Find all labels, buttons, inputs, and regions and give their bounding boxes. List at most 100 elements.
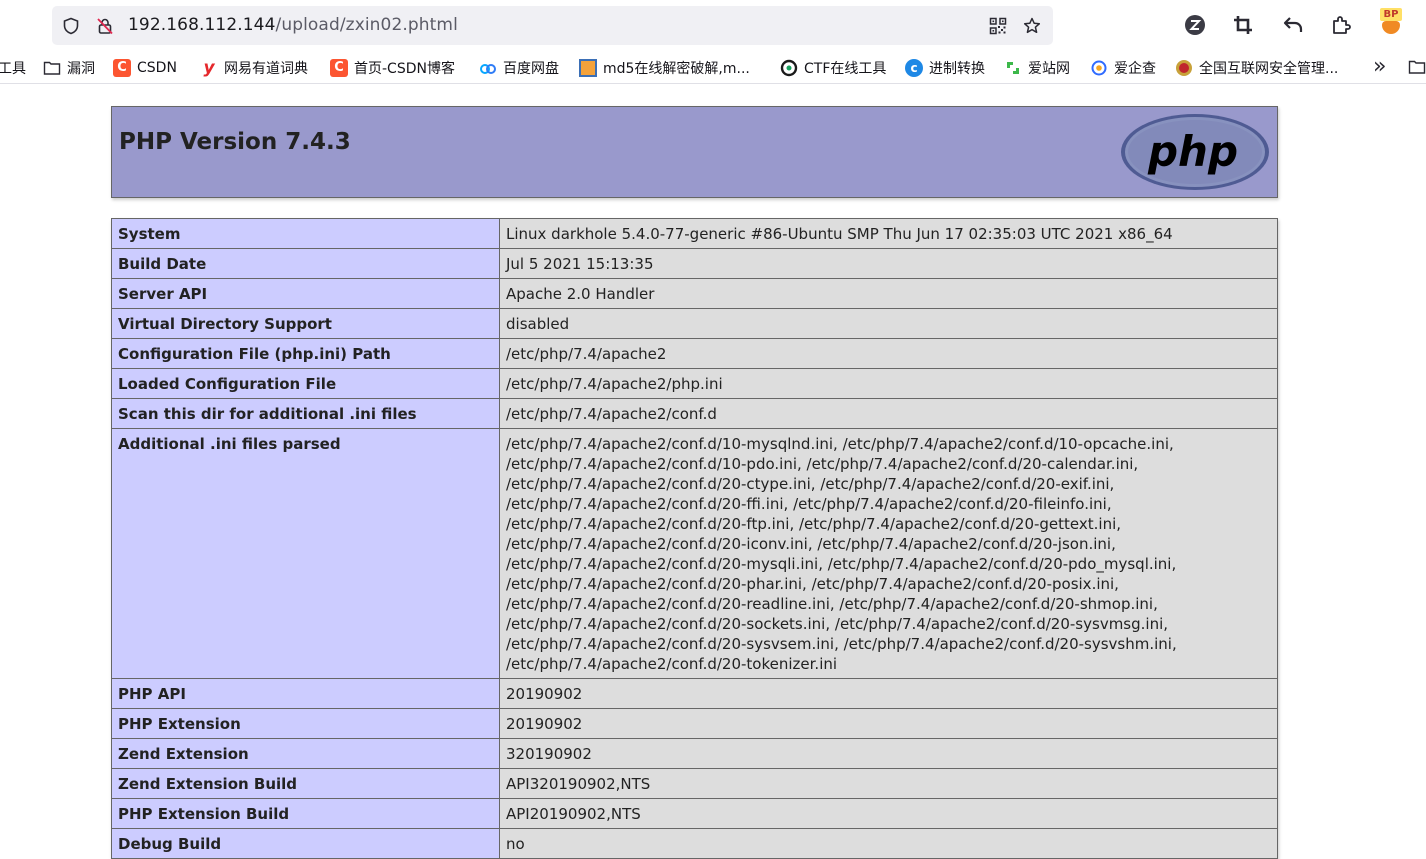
table-row: Zend Extension Build API320190902,NTS bbox=[111, 768, 1278, 799]
aiqicha-icon bbox=[1091, 60, 1107, 76]
bookmarks-overflow-button[interactable]: » bbox=[1373, 54, 1386, 79]
bookmark-youdao[interactable]: y 网易有道词典 bbox=[200, 57, 308, 79]
row-key: PHP API bbox=[111, 678, 500, 709]
row-key: PHP Extension bbox=[111, 708, 500, 739]
qr-code-icon[interactable] bbox=[989, 17, 1007, 35]
bookmark-label: 全国互联网安全管理... bbox=[1199, 61, 1339, 77]
bookmark-folder-vuln[interactable]: 漏洞 bbox=[43, 57, 95, 79]
convert-icon: c bbox=[905, 59, 923, 77]
phpinfo-container: PHP Version 7.4.3 php System Linux darkho… bbox=[111, 106, 1278, 859]
bookmark-label: 网易有道词典 bbox=[224, 61, 308, 77]
table-row: Scan this dir for additional .ini files /… bbox=[111, 398, 1278, 429]
bookmark-star-icon[interactable] bbox=[1023, 17, 1041, 35]
bookmark-aizhan[interactable]: 爱站网 bbox=[1004, 57, 1070, 79]
burp-extension-icon[interactable]: BP bbox=[1378, 8, 1404, 36]
table-row: Virtual Directory Support disabled bbox=[111, 308, 1278, 339]
fox-icon bbox=[1382, 21, 1400, 34]
bookmark-label: md5在线解密破解,m... bbox=[603, 61, 750, 77]
insecure-lock-icon[interactable] bbox=[96, 17, 114, 35]
address-bar[interactable]: 192.168.112.144/upload/zxin02.phtml bbox=[52, 6, 1053, 45]
bookmark-label: 爱企查 bbox=[1114, 61, 1156, 77]
youdao-icon: y bbox=[203, 58, 215, 78]
row-value: /etc/php/7.4/apache2/conf.d bbox=[499, 398, 1278, 429]
row-key: Scan this dir for additional .ini files bbox=[111, 398, 500, 429]
row-key: Virtual Directory Support bbox=[111, 308, 500, 339]
row-key: Server API bbox=[111, 278, 500, 309]
bookmark-label: 工具 bbox=[0, 61, 26, 77]
table-row: Build Date Jul 5 2021 15:13:35 bbox=[111, 248, 1278, 279]
row-value: 320190902 bbox=[499, 738, 1278, 769]
bookmark-label: 百度网盘 bbox=[503, 61, 559, 77]
row-key: System bbox=[111, 218, 500, 249]
table-row: System Linux darkhole 5.4.0-77-generic #8… bbox=[111, 218, 1278, 249]
table-row: PHP Extension Build API20190902,NTS bbox=[111, 798, 1278, 829]
row-key: Debug Build bbox=[111, 828, 500, 859]
bookmark-tools[interactable]: 工具 bbox=[0, 57, 26, 79]
table-row: PHP Extension 20190902 bbox=[111, 708, 1278, 739]
table-row: Server API Apache 2.0 Handler bbox=[111, 278, 1278, 309]
baidu-pan-icon bbox=[480, 64, 496, 74]
row-value: 20190902 bbox=[499, 678, 1278, 709]
bookmark-aiqicha[interactable]: 爱企查 bbox=[1090, 57, 1156, 79]
bookmark-label: 首页-CSDN博客 bbox=[354, 61, 455, 77]
phpinfo-table-body: System Linux darkhole 5.4.0-77-generic #8… bbox=[111, 218, 1278, 859]
bookmarks-bar: 工具 漏洞 C CSDN y 网易有道词典 C 首页-CSDN博客 百度网盘 m… bbox=[0, 52, 1426, 84]
row-key: Additional .ini files parsed bbox=[111, 428, 500, 679]
folder-icon bbox=[43, 61, 61, 75]
row-key: Loaded Configuration File bbox=[111, 368, 500, 399]
table-row: Debug Build no bbox=[111, 828, 1278, 859]
md5-icon bbox=[579, 59, 597, 77]
php-logo-icon[interactable]: php bbox=[1119, 112, 1271, 192]
bookmark-ctf-tools[interactable]: CTF在线工具 bbox=[780, 57, 886, 79]
phpinfo-header: PHP Version 7.4.3 php bbox=[111, 106, 1278, 198]
row-value: /etc/php/7.4/apache2/php.ini bbox=[499, 368, 1278, 399]
bookmark-label: 漏洞 bbox=[67, 61, 95, 77]
zotero-icon[interactable] bbox=[1183, 13, 1207, 37]
row-value: API20190902,NTS bbox=[499, 798, 1278, 829]
row-value: Linux darkhole 5.4.0-77-generic #86-Ubun… bbox=[499, 218, 1278, 249]
url-text[interactable]: 192.168.112.144/upload/zxin02.phtml bbox=[128, 15, 458, 35]
aizhan-icon bbox=[1007, 62, 1019, 74]
csdn-icon: C bbox=[330, 59, 348, 77]
url-host: 192.168.112.144 bbox=[128, 15, 276, 35]
shield-icon[interactable] bbox=[62, 17, 80, 35]
bookmark-cyber-police[interactable]: 全国互联网安全管理... bbox=[1175, 57, 1338, 79]
bookmark-label: 进制转换 bbox=[929, 61, 985, 77]
table-row: PHP API 20190902 bbox=[111, 678, 1278, 709]
table-row: Configuration File (php.ini) Path/etc/ph… bbox=[111, 338, 1278, 369]
bookmark-baidu-pan[interactable]: 百度网盘 bbox=[479, 57, 559, 79]
bookmark-csdn[interactable]: C CSDN bbox=[113, 57, 177, 79]
row-value: 20190902 bbox=[499, 708, 1278, 739]
row-value: disabled bbox=[499, 308, 1278, 339]
url-path: /upload/zxin02.phtml bbox=[275, 15, 458, 35]
row-value: no bbox=[499, 828, 1278, 859]
extensions-puzzle-icon[interactable] bbox=[1329, 13, 1353, 37]
phpinfo-table: System Linux darkhole 5.4.0-77-generic #8… bbox=[111, 218, 1278, 859]
browser-toolbar: 192.168.112.144/upload/zxin02.phtml BP bbox=[0, 0, 1426, 52]
logo-text: php bbox=[1147, 127, 1238, 176]
csdn-icon: C bbox=[113, 59, 131, 77]
bookmark-base-convert[interactable]: c 进制转换 bbox=[905, 57, 985, 79]
row-value: /etc/php/7.4/apache2/conf.d/10-mysqlnd.i… bbox=[499, 428, 1278, 679]
extension-badge: BP bbox=[1380, 8, 1402, 21]
bookmark-label: CSDN bbox=[137, 60, 177, 76]
row-value: Apache 2.0 Handler bbox=[499, 278, 1278, 309]
undo-icon[interactable] bbox=[1281, 13, 1305, 37]
row-value: API320190902,NTS bbox=[499, 768, 1278, 799]
table-row: Loaded Configuration File/etc/php/7.4/ap… bbox=[111, 368, 1278, 399]
crop-icon[interactable] bbox=[1231, 13, 1255, 37]
page-title: PHP Version 7.4.3 bbox=[119, 129, 351, 155]
police-badge-icon bbox=[1176, 60, 1192, 76]
row-value: Jul 5 2021 15:13:35 bbox=[499, 248, 1278, 279]
bookmark-md5[interactable]: md5在线解密破解,m... bbox=[579, 57, 750, 79]
row-key: Configuration File (php.ini) Path bbox=[111, 338, 500, 369]
row-key: Zend Extension Build bbox=[111, 768, 500, 799]
row-key: PHP Extension Build bbox=[111, 798, 500, 829]
bookmark-label: CTF在线工具 bbox=[804, 61, 887, 77]
other-bookmarks-folder-icon[interactable] bbox=[1408, 58, 1426, 76]
row-key: Build Date bbox=[111, 248, 500, 279]
row-value: /etc/php/7.4/apache2 bbox=[499, 338, 1278, 369]
bookmark-csdn-blog[interactable]: C 首页-CSDN博客 bbox=[330, 57, 455, 79]
table-row: Additional .ini files parsed/etc/php/7.4… bbox=[111, 428, 1278, 679]
table-row: Zend Extension 320190902 bbox=[111, 738, 1278, 769]
